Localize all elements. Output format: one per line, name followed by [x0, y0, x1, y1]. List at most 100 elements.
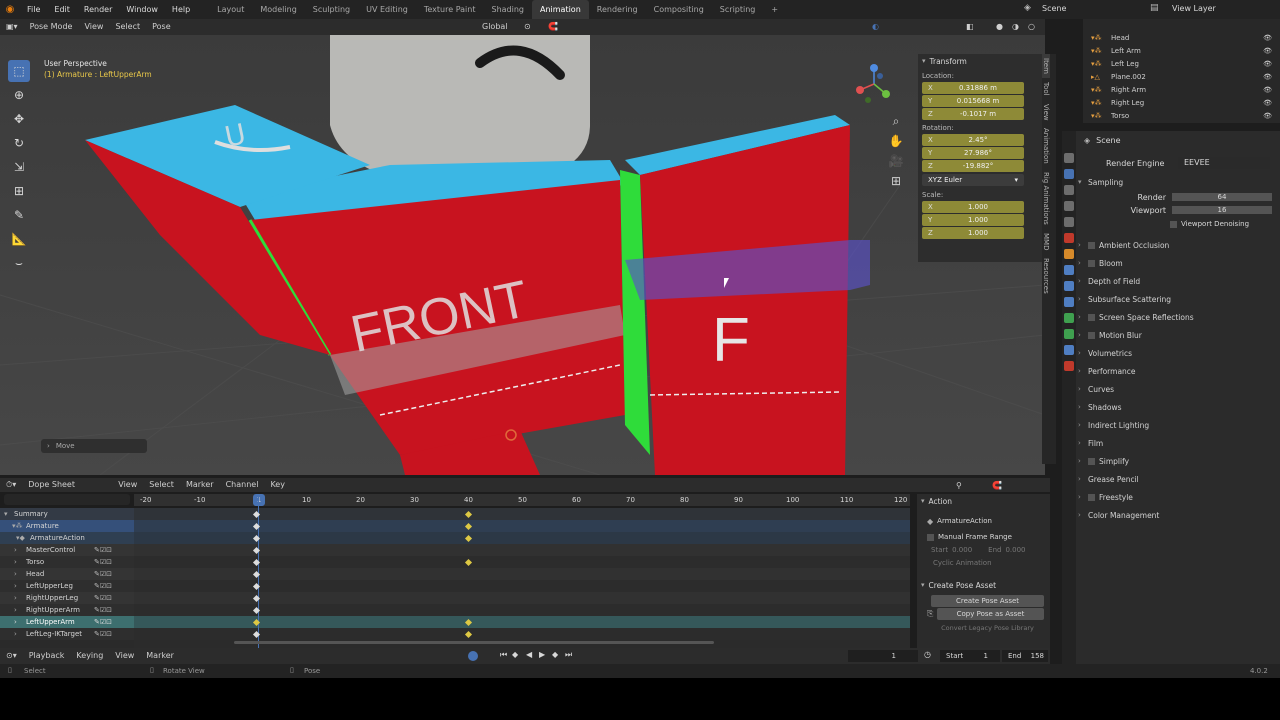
channel-group[interactable]: › RightUpperLeg ✎☑⊡ — [0, 592, 134, 604]
section-subsurface-scattering[interactable]: › Subsurface Scattering — [1062, 290, 1280, 308]
outliner-item[interactable]: ▾⁂ Left Leg 👁 — [1083, 57, 1280, 70]
checkbox[interactable] — [1088, 331, 1095, 339]
horizontal-scrollbar[interactable] — [234, 641, 714, 644]
rotation-mode-select[interactable]: XYZ Euler ▾ — [922, 174, 1024, 186]
convert-legacy-button[interactable]: Convert Legacy Pose Library — [931, 624, 1044, 632]
channel-group[interactable]: › LeftUpperLeg ✎☑⊡ — [0, 580, 134, 592]
outliner-item[interactable]: ▾⁂ Torso 👁 — [1083, 109, 1280, 122]
tab-animation[interactable]: Animation — [531, 0, 589, 19]
channel-group[interactable]: › LeftLeg-IKTarget ✎☑⊡ — [0, 628, 134, 640]
jump-start-icon[interactable]: ⏮ — [500, 650, 507, 660]
camera-icon[interactable]: 🎥 — [888, 154, 904, 170]
viewport-samples-field[interactable]: 16 — [1172, 206, 1272, 214]
tab-view[interactable]: View — [1042, 100, 1050, 125]
frame-ruler[interactable]: -20 -10 1 10 20 30 40 50 60 70 80 90 100… — [134, 494, 910, 506]
scale-x-field[interactable]: X 1.000 — [922, 201, 1024, 213]
menu-channel[interactable]: Channel — [220, 477, 265, 493]
create-pose-asset-button[interactable]: Create Pose Asset — [931, 595, 1044, 607]
view-layer-tab-icon[interactable] — [1064, 201, 1074, 211]
tab-rig-animations[interactable]: Rig Animations — [1042, 168, 1050, 229]
play-reverse-icon[interactable]: ◀ — [526, 650, 532, 659]
manual-frame-range-checkbox[interactable] — [927, 533, 934, 541]
menu-select[interactable]: Select — [143, 477, 180, 493]
scene-tab-icon[interactable] — [1064, 217, 1074, 227]
render-engine-select[interactable]: EEVEE — [1178, 157, 1270, 169]
rotation-y-field[interactable]: Y 27.986° — [922, 147, 1024, 159]
navigation-gizmo[interactable] — [852, 62, 896, 106]
tab-rendering[interactable]: Rendering — [589, 0, 646, 19]
texture-tab-icon[interactable] — [1064, 361, 1074, 371]
jump-end-icon[interactable]: ⏭ — [565, 650, 572, 660]
rotate-icon[interactable]: ↻ — [8, 132, 30, 154]
viewlayer-selector[interactable]: View Layer — [1172, 4, 1216, 13]
menu-view[interactable]: View — [78, 19, 109, 35]
current-frame-field[interactable]: 1 — [848, 650, 918, 662]
outliner-item[interactable]: ▾⁂ Head 👁 — [1083, 31, 1280, 44]
scale-icon[interactable]: ⇲ — [8, 156, 30, 178]
end-frame-field[interactable]: End 158 — [1002, 650, 1048, 662]
render-tab-icon[interactable] — [1064, 169, 1074, 179]
output-tab-icon[interactable] — [1064, 185, 1074, 195]
lock-icon[interactable]: ✎☑⊡ — [94, 618, 112, 626]
channel-group[interactable]: › Torso ✎☑⊡ — [0, 556, 134, 568]
editor-type-icon[interactable]: ⏱▾ — [0, 477, 22, 493]
menu-keying[interactable]: Keying — [70, 648, 109, 664]
tab-compositing[interactable]: Compositing — [646, 0, 712, 19]
menu-window[interactable]: Window — [119, 0, 165, 19]
section-depth-of-field[interactable]: › Depth of Field — [1062, 272, 1280, 290]
constraint-tab-icon[interactable] — [1064, 297, 1074, 307]
section-screen-space-reflections[interactable]: › Screen Space Reflections — [1062, 308, 1280, 326]
overlay-icon[interactable]: ◐ — [866, 19, 885, 35]
pan-hand-icon[interactable]: ✋ — [888, 134, 904, 150]
eye-icon[interactable]: 👁 — [1263, 60, 1272, 68]
menu-view[interactable]: View — [112, 477, 143, 493]
rotation-x-field[interactable]: X 2.45° — [922, 134, 1024, 146]
section-shadows[interactable]: › Shadows — [1062, 398, 1280, 416]
tab-layout[interactable]: Layout — [209, 0, 252, 19]
scene-icon[interactable]: ◈ — [1024, 3, 1031, 13]
lock-icon[interactable]: ✎☑⊡ — [94, 546, 112, 554]
editor-type-icon[interactable]: ▣▾ — [0, 19, 24, 35]
location-x-field[interactable]: X 0.31886 m — [922, 82, 1024, 94]
tab-mmd[interactable]: MMD — [1042, 229, 1050, 254]
tool-tab-icon[interactable] — [1064, 153, 1074, 163]
checkbox[interactable] — [1088, 457, 1095, 465]
data-tab-icon[interactable] — [1064, 313, 1074, 323]
copy-pose-as-asset-button[interactable]: Copy Pose as Asset — [937, 608, 1044, 620]
end-field[interactable]: 0.000 — [1005, 546, 1025, 554]
section-sampling[interactable]: ▾ Sampling — [1062, 173, 1280, 191]
snap-icon[interactable]: 🧲 — [986, 478, 1008, 494]
ortho-grid-icon[interactable]: ⊞ — [888, 174, 904, 190]
physics-tab-icon[interactable] — [1064, 281, 1074, 291]
checkbox[interactable] — [1088, 241, 1095, 249]
mode-selector[interactable]: Pose Mode — [24, 19, 79, 35]
menu-select[interactable]: Select — [109, 19, 146, 35]
lock-icon[interactable]: ✎☑⊡ — [94, 570, 112, 578]
filter-icon[interactable]: ⚲ — [950, 478, 968, 494]
eye-icon[interactable]: 👁 — [1263, 47, 1272, 55]
tab-scripting[interactable]: Scripting — [712, 0, 764, 19]
modifier-tab-icon[interactable] — [1064, 265, 1074, 275]
section-film[interactable]: › Film — [1062, 434, 1280, 452]
menu-pose[interactable]: Pose — [146, 19, 177, 35]
menu-key[interactable]: Key — [264, 477, 291, 493]
eye-icon[interactable]: 👁 — [1263, 99, 1272, 107]
tab-tool[interactable]: Tool — [1042, 78, 1050, 100]
orientation-selector[interactable]: Global — [476, 19, 514, 35]
menu-playback[interactable]: Playback — [23, 648, 71, 664]
render-samples-field[interactable]: 64 — [1172, 193, 1272, 201]
prev-keyframe-icon[interactable]: ◆ — [512, 650, 518, 659]
checkbox[interactable] — [1088, 259, 1095, 267]
scale-y-field[interactable]: Y 1.000 — [922, 214, 1024, 226]
keyframe-area[interactable] — [134, 494, 910, 648]
eye-icon[interactable]: 👁 — [1263, 86, 1272, 94]
lock-icon[interactable]: ✎☑⊡ — [94, 606, 112, 614]
section-bloom[interactable]: › Bloom — [1062, 254, 1280, 272]
section-indirect-lighting[interactable]: › Indirect Lighting — [1062, 416, 1280, 434]
location-z-field[interactable]: Z -0.1017 m — [922, 108, 1024, 120]
bone-tab-icon[interactable] — [1064, 329, 1074, 339]
checkbox[interactable] — [1088, 313, 1095, 321]
channel-group-active[interactable]: › LeftUpperArm ✎☑⊡ — [0, 616, 134, 628]
channel-group[interactable]: › RightUpperArm ✎☑⊡ — [0, 604, 134, 616]
snap-icon[interactable]: 🧲 — [542, 19, 564, 35]
